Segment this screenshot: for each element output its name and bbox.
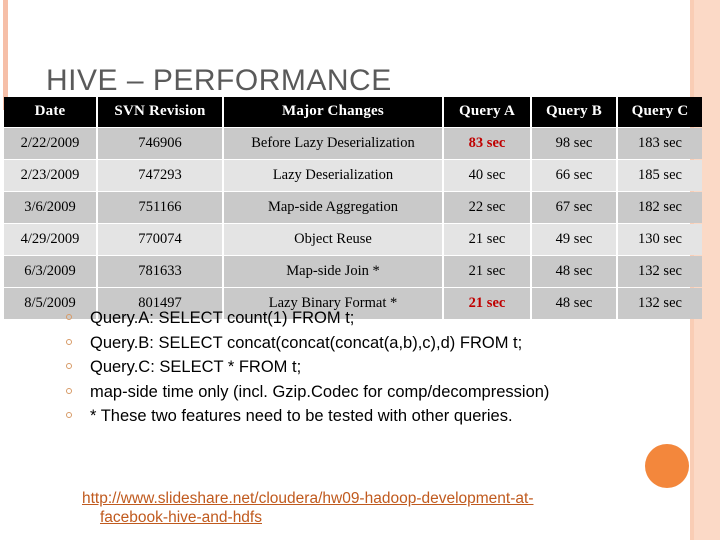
slide-canvas: HIVE – PERFORMANCE Date SVN Revision Maj… — [0, 0, 720, 540]
source-link-line1[interactable]: http://www.slideshare.net/cloudera/hw09-… — [82, 490, 533, 507]
source-link-line2[interactable]: facebook-hive-and-hdfs — [100, 509, 262, 526]
table-header-row: Date SVN Revision Major Changes Query A … — [4, 97, 702, 127]
list-item: * These two features need to be tested w… — [60, 404, 680, 429]
table-row: 3/6/2009 751166 Map-side Aggregation 22 … — [4, 192, 702, 223]
cell-query-c: 183 sec — [618, 128, 702, 159]
cell-revision: 781633 — [98, 256, 222, 287]
notes-bullet-list: Query.A: SELECT count(1) FROM t; Query.B… — [60, 306, 680, 429]
cell-query-b: 67 sec — [532, 192, 616, 223]
list-item-label: map-side time only (incl. Gzip.Codec for… — [90, 382, 550, 401]
bullet-circle-icon — [66, 363, 72, 369]
column-header-changes: Major Changes — [224, 97, 442, 127]
table-row: 4/29/2009 770074 Object Reuse 21 sec 49 … — [4, 224, 702, 255]
cell-query-a: 21 sec — [444, 256, 530, 287]
cell-changes: Object Reuse — [224, 224, 442, 255]
bullet-circle-icon — [66, 412, 72, 418]
cell-date: 2/22/2009 — [4, 128, 96, 159]
cell-date: 4/29/2009 — [4, 224, 96, 255]
list-item: Query.A: SELECT count(1) FROM t; — [60, 306, 680, 331]
cell-date: 6/3/2009 — [4, 256, 96, 287]
table-row: 2/23/2009 747293 Lazy Deserialization 40… — [4, 160, 702, 191]
list-item-label: Query.B: SELECT concat(concat(concat(a,b… — [90, 333, 523, 352]
source-link[interactable]: http://www.slideshare.net/cloudera/hw09-… — [82, 489, 533, 527]
cell-query-c: 132 sec — [618, 256, 702, 287]
cell-revision: 751166 — [98, 192, 222, 223]
cell-changes: Before Lazy Deserialization — [224, 128, 442, 159]
cell-changes: Map-side Join * — [224, 256, 442, 287]
cell-date: 2/23/2009 — [4, 160, 96, 191]
cell-query-b: 66 sec — [532, 160, 616, 191]
list-item: Query.B: SELECT concat(concat(concat(a,b… — [60, 331, 680, 356]
cell-query-b: 48 sec — [532, 256, 616, 287]
bullet-circle-icon — [66, 314, 72, 320]
column-header-date: Date — [4, 97, 96, 127]
page-title: HIVE – PERFORMANCE — [46, 64, 392, 97]
bullet-circle-icon — [66, 387, 72, 394]
cell-query-a: 22 sec — [444, 192, 530, 223]
cell-query-b: 98 sec — [532, 128, 616, 159]
list-item: map-side time only (incl. Gzip.Codec for… — [60, 380, 680, 405]
cell-query-c: 130 sec — [618, 224, 702, 255]
cell-revision: 747293 — [98, 160, 222, 191]
table-row: 6/3/2009 781633 Map-side Join * 21 sec 4… — [4, 256, 702, 287]
cell-query-a: 83 sec — [444, 128, 530, 159]
table-body: 2/22/2009 746906 Before Lazy Deserializa… — [4, 128, 702, 319]
list-item-label: Query.C: SELECT * FROM t; — [90, 358, 302, 376]
cell-query-b: 49 sec — [532, 224, 616, 255]
cell-query-a: 21 sec — [444, 224, 530, 255]
cell-changes: Map-side Aggregation — [224, 192, 442, 223]
list-item-label: * These two features need to be tested w… — [90, 407, 513, 425]
performance-table: Date SVN Revision Major Changes Query A … — [2, 96, 704, 320]
bullet-circle-icon — [66, 338, 72, 345]
cell-query-c: 185 sec — [618, 160, 702, 191]
column-header-query-b: Query B — [532, 97, 616, 127]
cell-query-a: 40 sec — [444, 160, 530, 191]
cell-query-c: 182 sec — [618, 192, 702, 223]
column-header-query-c: Query C — [618, 97, 702, 127]
cell-revision: 746906 — [98, 128, 222, 159]
decorative-orange-circle — [645, 444, 689, 488]
left-accent-stripe — [3, 0, 8, 110]
cell-date: 3/6/2009 — [4, 192, 96, 223]
column-header-query-a: Query A — [444, 97, 530, 127]
list-item: Query.C: SELECT * FROM t; — [60, 355, 680, 380]
list-item-label: Query.A: SELECT count(1) FROM t; — [90, 309, 355, 327]
table-row: 2/22/2009 746906 Before Lazy Deserializa… — [4, 128, 702, 159]
cell-changes: Lazy Deserialization — [224, 160, 442, 191]
cell-revision: 770074 — [98, 224, 222, 255]
column-header-revision: SVN Revision — [98, 97, 222, 127]
